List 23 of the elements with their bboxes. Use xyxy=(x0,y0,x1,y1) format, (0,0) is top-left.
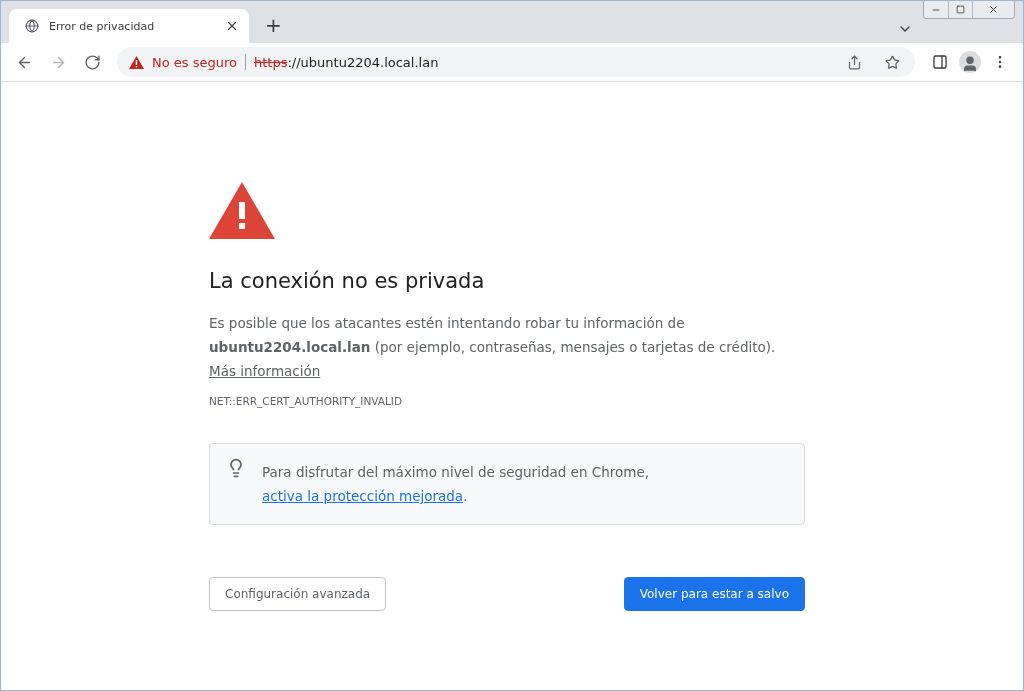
close-icon xyxy=(988,4,999,15)
more-info-link[interactable]: Más información xyxy=(209,363,321,379)
restore-button[interactable] xyxy=(948,1,972,18)
restore-icon xyxy=(956,5,965,14)
page-heading: La conexión no es privada xyxy=(209,269,486,293)
advanced-settings-button[interactable]: Configuración avanzada xyxy=(209,577,387,611)
profile-avatar[interactable] xyxy=(959,51,981,73)
warning-icon xyxy=(209,182,275,239)
enhanced-protection-link[interactable]: activa la protección mejorada xyxy=(262,488,464,504)
security-label[interactable]: No es seguro xyxy=(152,54,237,70)
globe-icon xyxy=(25,19,39,33)
warning-icon xyxy=(129,55,144,69)
reload-icon xyxy=(83,53,101,71)
warning-description: Es posible que los atacantes estén intentando robar tu información de ubuntu2204.local.lan (por ejemplo, contraseñas, mensajes o tarjetas de crédito). Más información xyxy=(209,314,777,381)
back-to-safety-button[interactable]: Volver para estar a salvo xyxy=(623,577,805,611)
url-text: https://ubuntu2204.local.lan xyxy=(254,54,440,70)
error-code: NET::ERR_CERT_AUTHORITY_INVALID xyxy=(209,395,404,407)
close-icon[interactable] xyxy=(225,19,239,33)
address-bar[interactable]: No es seguro https://ubuntu2204.local.lan xyxy=(117,47,915,77)
browser-tab[interactable]: Error de privacidad xyxy=(9,9,249,43)
new-tab-button[interactable]: + xyxy=(261,13,286,37)
tab-title: Error de privacidad xyxy=(49,19,156,33)
tip-text: Para disfrutar del máximo nivel de seguridad en Chrome, activa la protección mejorada. xyxy=(262,463,650,506)
